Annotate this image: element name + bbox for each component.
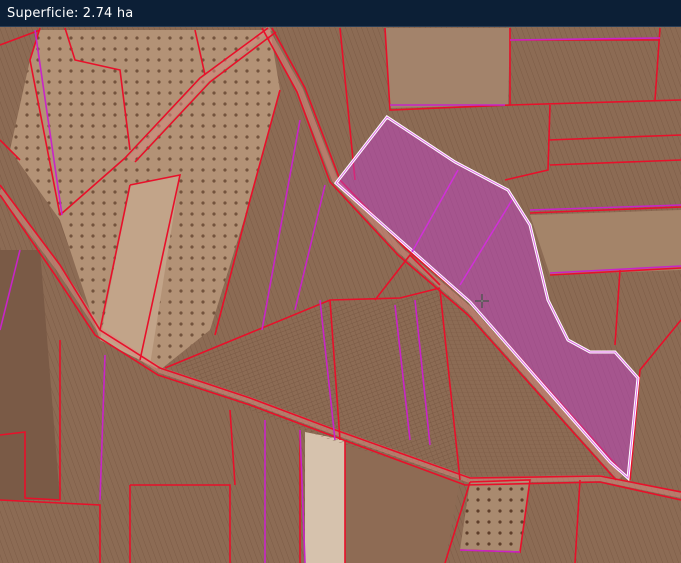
map-view[interactable] bbox=[0, 27, 681, 563]
field-pale-south bbox=[305, 432, 345, 563]
area-label: Superficie: bbox=[7, 6, 79, 21]
area-header: Superficie: 2.74 ha bbox=[0, 0, 681, 27]
parcel-map[interactable] bbox=[0, 27, 681, 563]
field-pale-right bbox=[530, 210, 681, 275]
area-value: 2.74 ha bbox=[82, 6, 134, 21]
field-dotted-south-pattern bbox=[460, 480, 530, 552]
field-pale-top-right bbox=[385, 28, 510, 108]
